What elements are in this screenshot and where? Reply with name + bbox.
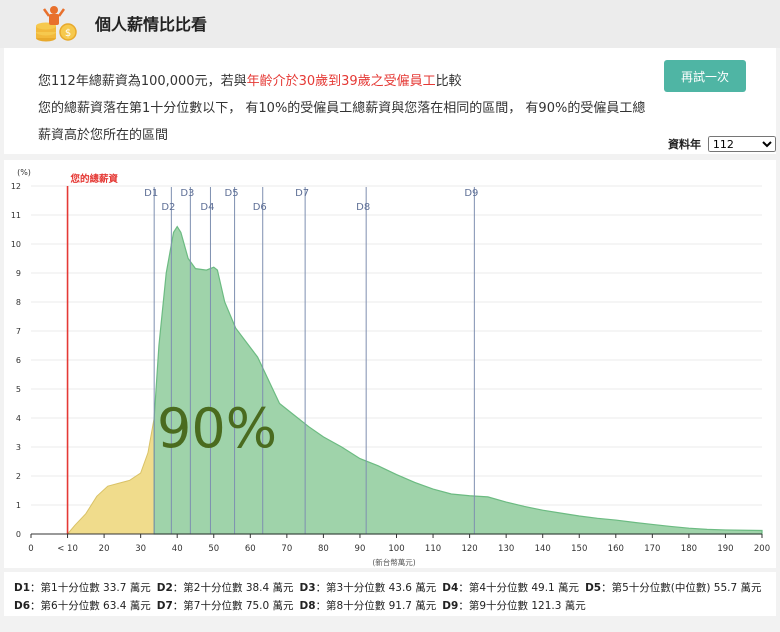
decile-legend: D1：第1十分位數 33.7 萬元 D2：第2十分位數 38.4 萬元 D3：第3十… <box>4 572 776 616</box>
summary-line-1: 您112年總薪資為100,000元，若與年齡介於30歲到39歲之受僱員工比較 <box>38 70 462 89</box>
decile-label-d8: D8 <box>356 202 370 213</box>
summary-line-3: 薪資高於您所在的區間 <box>38 128 169 143</box>
summary-panel: 您112年總薪資為100,000元，若與年齡介於30歲到39歲之受僱員工比較 您… <box>4 48 776 154</box>
legend-entry-d6: D6：第6十分位數 63.4 萬元 <box>14 600 151 612</box>
x-tick-label: 20 <box>99 544 110 554</box>
year-select[interactable]: 112 <box>707 136 776 152</box>
y-tick-label: 2 <box>16 472 21 481</box>
y-tick-label: 6 <box>16 356 21 365</box>
decile-label-d3: D3 <box>180 188 194 199</box>
legend-entry-d3: D3：第3十分位數 43.6 萬元 <box>300 582 437 594</box>
y-axis-label: (%) <box>17 168 31 177</box>
decile-legend-row-1: D1：第1十分位數 33.7 萬元 D2：第2十分位數 38.4 萬元 D3：第3十… <box>14 580 762 595</box>
y-tick-label: 4 <box>16 414 21 423</box>
y-tick-label: 11 <box>11 211 21 220</box>
x-tick-label: 0 <box>28 544 33 554</box>
y-tick-label: 0 <box>16 530 21 539</box>
x-tick-label: 110 <box>425 544 441 554</box>
year-selector: 資料年 112 <box>668 136 776 152</box>
legend-key: D9 <box>442 600 459 612</box>
decile-label-d1: D1 <box>144 188 158 199</box>
x-tick-label: 130 <box>498 544 514 554</box>
x-tick-label: 60 <box>245 544 256 554</box>
legend-key: D7 <box>156 600 173 612</box>
x-tick-label: 50 <box>208 544 219 554</box>
legend-entry-d8: D8：第8十分位數 91.7 萬元 <box>300 600 437 612</box>
coins-money-person-icon: $ <box>36 6 77 42</box>
x-tick-label: 200 <box>754 544 770 554</box>
x-tick-label: 40 <box>172 544 183 554</box>
legend-key: D3 <box>299 582 316 594</box>
decile-label-d6: D6 <box>253 202 267 213</box>
retry-button[interactable]: 再試一次 <box>664 60 746 92</box>
x-tick-label: 100 <box>388 544 404 554</box>
summary-age-group-highlight: 年齡介於30歲到39歲之受僱員工 <box>246 74 436 89</box>
legend-text: ：第7十分位數 75.0 萬元 <box>172 600 294 612</box>
legend-key: D5 <box>585 582 602 594</box>
legend-entry-d5: D5：第5十分位數(中位數) 55.7 萬元 <box>585 582 761 594</box>
legend-text: ：第2十分位數 38.4 萬元 <box>172 582 294 594</box>
decile-label-d2: D2 <box>161 202 175 213</box>
summary-line-1-prefix: 您112年總薪資為100,000元，若與 <box>38 74 247 89</box>
y-tick-label: 8 <box>16 298 21 307</box>
decile-label-d5: D5 <box>225 188 239 199</box>
y-tick-label: 7 <box>16 327 21 336</box>
user-salary-marker-label: 您的總薪資 <box>71 173 119 185</box>
legend-entry-d1: D1：第1十分位數 33.7 萬元 <box>14 582 151 594</box>
legend-key: D2 <box>156 582 173 594</box>
legend-entry-d2: D2：第2十分位數 38.4 萬元 <box>157 582 294 594</box>
legend-entry-d7: D7：第7十分位數 75.0 萬元 <box>157 600 294 612</box>
y-tick-label: 12 <box>11 182 21 191</box>
legend-text: ：第3十分位數 43.6 萬元 <box>315 582 437 594</box>
x-tick-label: 180 <box>681 544 697 554</box>
legend-entry-d4: D4：第4十分位數 49.1 萬元 <box>442 582 579 594</box>
legend-text: ：第4十分位數 49.1 萬元 <box>458 582 580 594</box>
y-tick-label: 5 <box>16 385 21 394</box>
header: $ 個人薪情比比看 <box>0 0 780 48</box>
legend-text: ：第6十分位數 63.4 萬元 <box>30 600 151 612</box>
legend-key: D6 <box>14 600 31 612</box>
x-tick-label: 160 <box>608 544 624 554</box>
legend-text: ：第1十分位數 33.7 萬元 <box>30 582 151 594</box>
x-tick-label: 120 <box>461 544 477 554</box>
legend-key: D8 <box>299 600 316 612</box>
summary-line-1-suffix: 比較 <box>435 74 462 89</box>
x-tick-label: 190 <box>717 544 733 554</box>
x-tick-label: 150 <box>571 544 587 554</box>
x-axis-label: (新台幣萬元) <box>372 557 415 567</box>
svg-text:$: $ <box>65 28 71 39</box>
legend-text: ：第8十分位數 91.7 萬元 <box>315 600 437 612</box>
y-tick-label: 1 <box>16 501 21 510</box>
legend-key: D1 <box>14 582 31 594</box>
y-tick-label: 9 <box>16 269 21 278</box>
y-tick-label: 3 <box>16 443 21 452</box>
x-tick-label: 170 <box>644 544 660 554</box>
x-tick-label: < 10 <box>57 544 78 554</box>
decile-label-d4: D4 <box>200 202 214 213</box>
y-tick-label: 10 <box>11 240 21 249</box>
legend-text: ：第5十分位數(中位數) 55.7 萬元 <box>601 582 762 594</box>
chart-svg: 0123456789101112(%)D1D2D3D4D5D6D7D8D9您的總… <box>11 168 770 567</box>
decile-legend-row-2: D6：第6十分位數 63.4 萬元 D7：第7十分位數 75.0 萬元 D8：第8十… <box>14 598 586 613</box>
x-tick-label: 90 <box>355 544 366 554</box>
x-tick-label: 140 <box>535 544 551 554</box>
summary-line-2: 您的總薪資落在第1十分位數以下， 有10%的受僱員工總薪資與您落在相同的區間， … <box>38 101 646 116</box>
decile-label-d9: D9 <box>464 188 478 199</box>
x-tick-label: 80 <box>318 544 329 554</box>
year-label: 資料年 <box>668 138 701 151</box>
x-tick-label: 70 <box>281 544 292 554</box>
legend-entry-d9: D9：第9十分位數 121.3 萬元 <box>442 600 585 612</box>
legend-text: ：第9十分位數 121.3 萬元 <box>458 600 586 612</box>
percentage-above-label: 90% <box>157 397 277 460</box>
legend-key: D4 <box>442 582 459 594</box>
decile-label-d7: D7 <box>295 188 309 199</box>
page-title: 個人薪情比比看 <box>95 15 208 34</box>
x-tick-label: 30 <box>135 544 146 554</box>
salary-distribution-chart: 0 1 2 3 4 5 6 7 8 9 10 11 12 (%) D1 D2 D3 D4 D5 D6 D7 D8 D9 您的總… <box>4 160 776 568</box>
